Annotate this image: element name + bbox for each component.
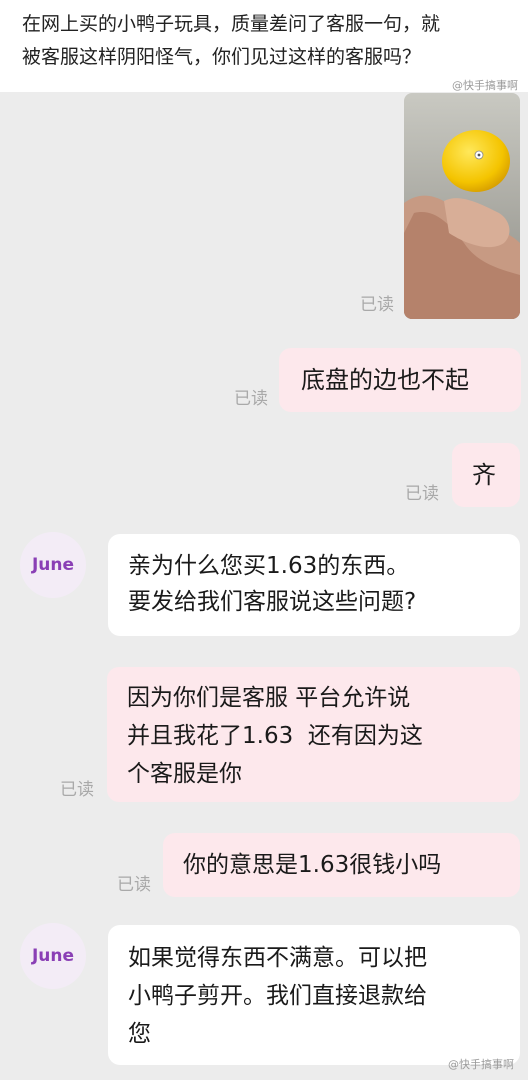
- post-caption: 在网上买的小鸭子玩具，质量差问了客服一句，就 被客服这样阴阳怪气，你们见过这样的…: [0, 0, 528, 92]
- read-receipt: 已读: [405, 484, 439, 504]
- message-text: 因为你们是客服 平台允许说 并且我花了1.63 还有因为这 个客服是你: [127, 685, 423, 787]
- watermark-top: @快手搞事啊: [452, 79, 518, 92]
- sent-photo-duck-toy[interactable]: [404, 93, 520, 319]
- message-bubble-sent[interactable]: 齐: [452, 443, 520, 507]
- avatar-name: June: [31, 946, 75, 966]
- message-bubble-sent[interactable]: 你的意思是1.63很钱小吗: [163, 833, 520, 897]
- message-bubble-received[interactable]: 亲为什么您买1.63的东西。 要发给我们客服说这些问题?: [108, 534, 520, 636]
- read-receipt: 已读: [360, 295, 394, 315]
- message-text: 你的意思是1.63很钱小吗: [183, 852, 442, 878]
- message-text: 如果觉得东西不满意。可以把 小鸭子剪开。我们直接退款给 您: [128, 945, 427, 1047]
- read-receipt: 已读: [234, 389, 268, 409]
- message-bubble-received[interactable]: 如果觉得东西不满意。可以把 小鸭子剪开。我们直接退款给 您: [108, 925, 520, 1065]
- watermark-bottom: @快手搞事啊: [448, 1058, 514, 1071]
- message-text: 亲为什么您买1.63的东西。 要发给我们客服说这些问题?: [128, 553, 417, 615]
- avatar-name: June: [31, 555, 75, 575]
- message-text: 底盘的边也不起: [301, 366, 469, 394]
- caption-text: 在网上买的小鸭子玩具，质量差问了客服一句，就 被客服这样阴阳怪气，你们见过这样的…: [22, 13, 441, 68]
- read-receipt: 已读: [60, 780, 94, 800]
- duck-toy-photo-icon: [404, 93, 520, 319]
- contact-avatar[interactable]: June: [20, 532, 86, 598]
- contact-avatar[interactable]: June: [20, 923, 86, 989]
- message-bubble-sent[interactable]: 因为你们是客服 平台允许说 并且我花了1.63 还有因为这 个客服是你: [107, 667, 520, 802]
- read-receipt: 已读: [117, 875, 151, 895]
- message-bubble-sent[interactable]: 底盘的边也不起: [279, 348, 521, 412]
- message-text: 齐: [472, 461, 496, 489]
